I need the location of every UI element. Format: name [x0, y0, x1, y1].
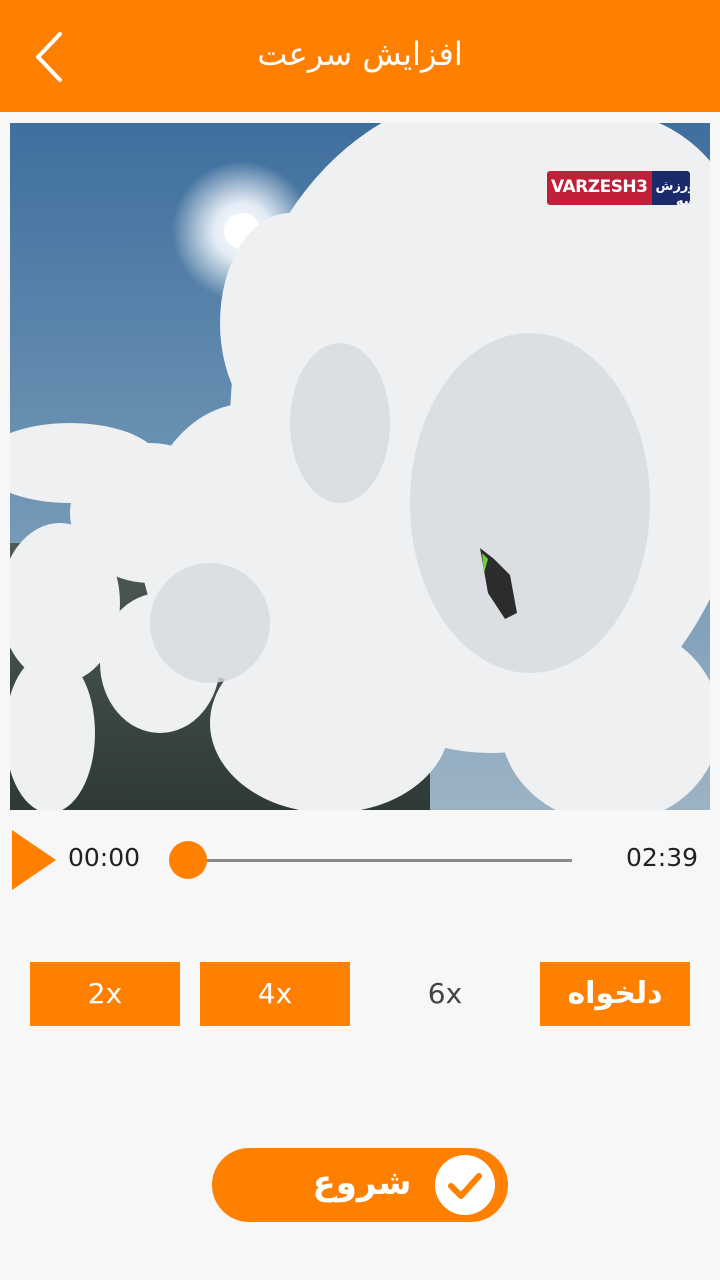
- top-app-bar: افزایش سرعت: [0, 0, 720, 112]
- check-circle-icon: [435, 1155, 495, 1215]
- start-button[interactable]: شروع: [212, 1148, 508, 1222]
- playback-controls: 00:00 02:39: [0, 825, 720, 895]
- page-title: افزایش سرعت: [257, 35, 463, 73]
- video-frame: [10, 123, 710, 810]
- video-preview[interactable]: VARZESH3 ورزش سه: [10, 123, 710, 810]
- watermark-brand: VARZESH3: [547, 171, 652, 205]
- speed-4x-button[interactable]: 4x: [200, 962, 350, 1026]
- start-button-label: شروع: [312, 1163, 412, 1203]
- play-icon: [12, 830, 56, 890]
- seek-thumb[interactable]: [169, 841, 207, 879]
- seek-bar[interactable]: [188, 859, 572, 862]
- speed-custom-button[interactable]: دلخواه: [540, 962, 690, 1026]
- speed-2x-button[interactable]: 2x: [30, 962, 180, 1026]
- total-duration: 02:39: [625, 843, 698, 872]
- watermark-persian-text: ورزش سه: [651, 171, 690, 205]
- speed-6x-button[interactable]: 6x: [370, 962, 520, 1026]
- current-time: 00:00: [68, 843, 141, 872]
- play-button[interactable]: [12, 830, 56, 890]
- channel-watermark-logo: VARZESH3 ورزش سه: [547, 171, 690, 205]
